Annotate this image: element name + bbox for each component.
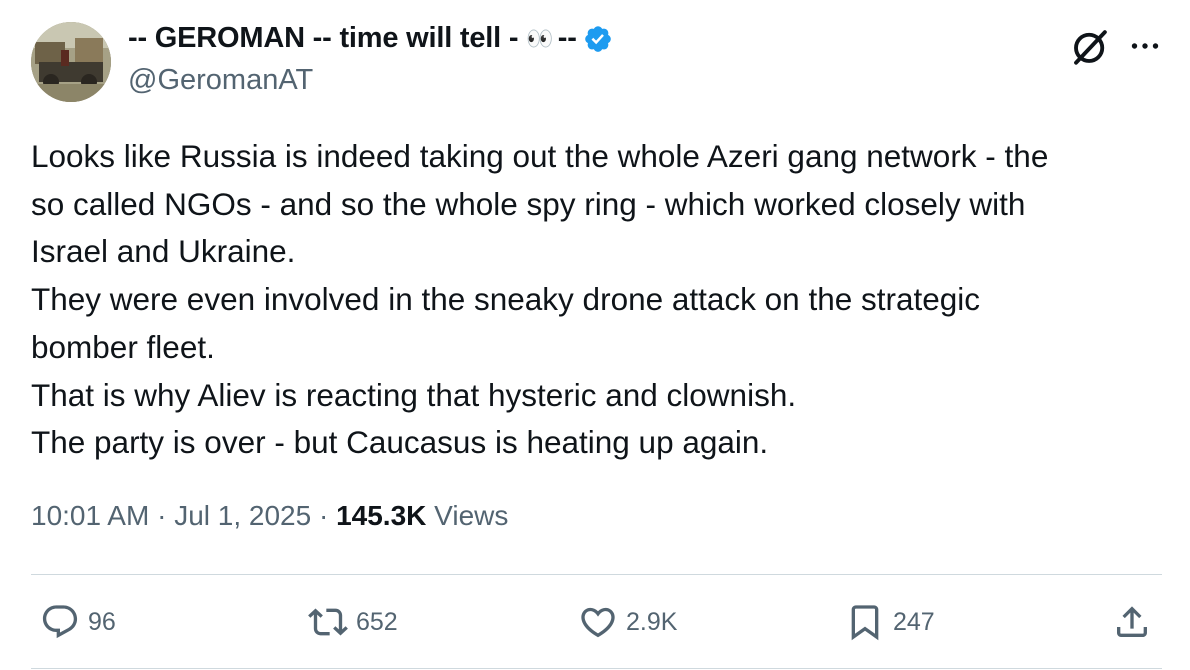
author-handle[interactable]: @GeromanAT xyxy=(128,64,313,97)
bookmark-button[interactable]: 247 xyxy=(845,600,935,644)
tweet-time[interactable]: 10:01 AM xyxy=(31,500,149,531)
share-icon xyxy=(1117,606,1147,637)
grok-icon[interactable] xyxy=(1069,26,1111,68)
divider xyxy=(31,668,1162,669)
meta-separator: · xyxy=(157,500,175,531)
bookmark-count: 247 xyxy=(893,607,935,636)
eyes-emoji: 👀 xyxy=(526,25,553,51)
tweet-text: Looks like Russia is indeed taking out t… xyxy=(31,133,1171,467)
tweet-line: Looks like Russia is indeed taking out t… xyxy=(31,138,1049,174)
repost-button[interactable]: 652 xyxy=(308,600,398,644)
reply-button[interactable]: 96 xyxy=(40,600,116,644)
display-name-text: -- GEROMAN -- time will tell - xyxy=(128,22,519,54)
repost-count: 652 xyxy=(356,607,398,636)
tweet-card: -- GEROMAN -- time will tell - 👀 -- @Ger… xyxy=(0,0,1190,670)
tweet-line: bomber fleet. xyxy=(31,328,215,365)
verified-badge-icon xyxy=(583,24,613,54)
reply-count: 96 xyxy=(88,607,116,636)
tweet-line: The party is over - but Caucasus is heat… xyxy=(31,424,769,461)
share-button[interactable] xyxy=(1112,600,1152,644)
author-display-name[interactable]: -- GEROMAN -- time will tell - 👀 -- xyxy=(128,22,613,55)
bookmark-icon xyxy=(851,605,879,641)
like-icon xyxy=(581,607,615,638)
tweet-date[interactable]: Jul 1, 2025 xyxy=(174,500,311,531)
views-count: 145.3K xyxy=(336,500,427,531)
tweet-meta: 10:01 AM · Jul 1, 2025 · 145.3K Views xyxy=(31,500,508,532)
repost-icon xyxy=(308,608,348,636)
meta-separator: · xyxy=(318,500,337,531)
divider xyxy=(31,574,1162,575)
avatar-image xyxy=(31,22,111,102)
display-name-suffix: -- xyxy=(557,22,577,54)
reply-icon xyxy=(42,605,78,639)
views-label: Views xyxy=(434,500,509,531)
like-button[interactable]: 2.9K xyxy=(578,600,677,644)
more-icon[interactable] xyxy=(1127,28,1163,64)
tweet-line: They were even involved in the sneaky dr… xyxy=(31,281,981,318)
avatar[interactable] xyxy=(31,22,111,102)
tweet-line: That is why Aliev is reacting that hyste… xyxy=(31,376,797,413)
tweet-line: so called NGOs - and so the whole spy ri… xyxy=(31,185,1026,222)
tweet-line: Israel and Ukraine. xyxy=(31,233,296,270)
like-count: 2.9K xyxy=(626,607,678,636)
